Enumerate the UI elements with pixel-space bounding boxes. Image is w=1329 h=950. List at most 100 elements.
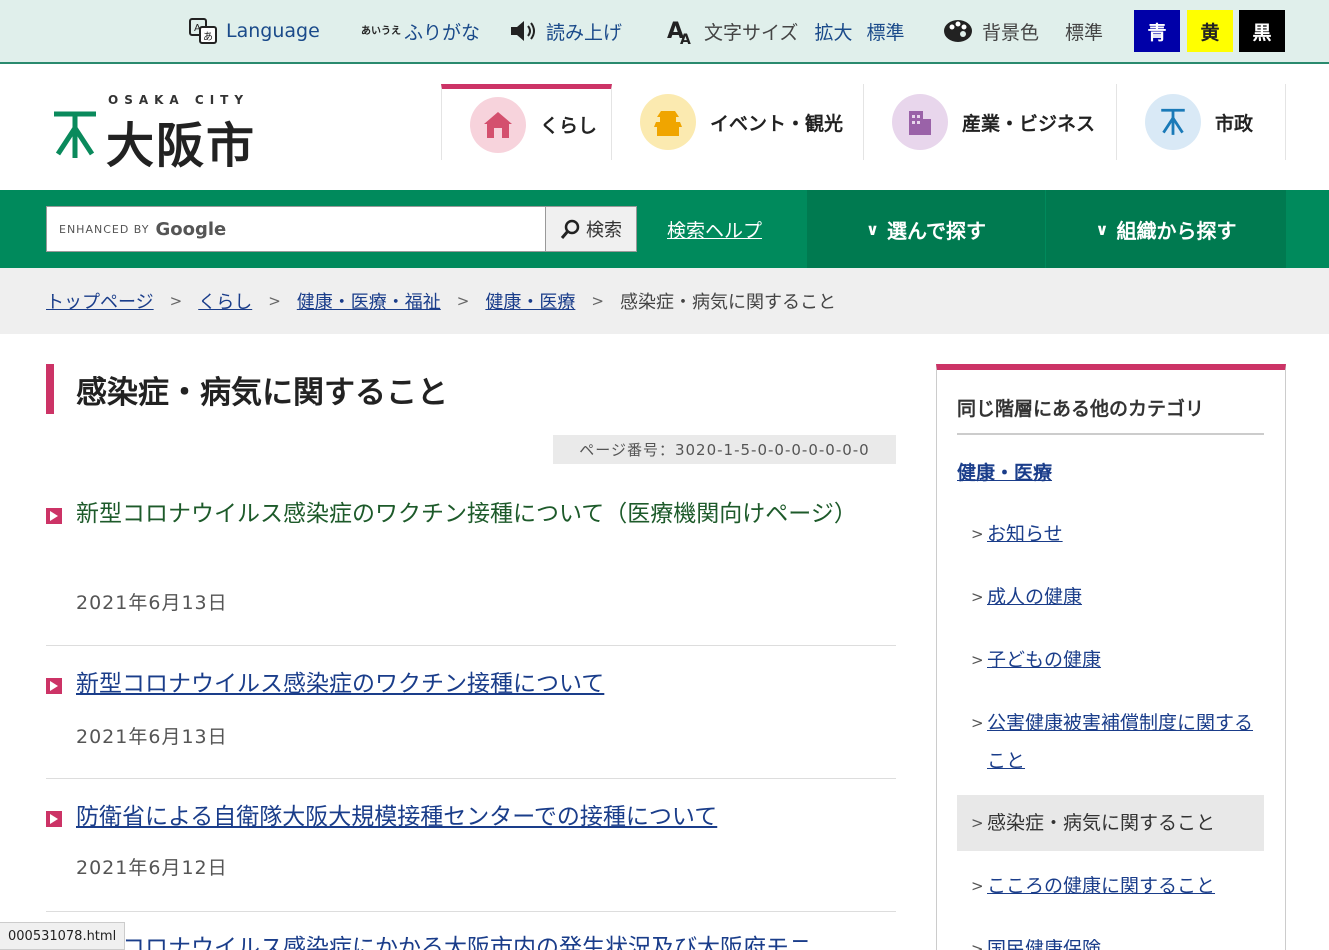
article-date: 2021年6月13日 [76,726,228,748]
chevron-right-icon: > [268,292,281,310]
bg-standard-button[interactable]: 標準 [1065,18,1103,45]
nav-tab-business[interactable]: 産業・ビジネス [864,84,1117,160]
chevron-right-icon: > [971,714,984,732]
furigana-label: ふりがな [404,21,481,44]
browse-by-organization-button[interactable]: ∨ 組織から探す [1045,190,1286,268]
chevron-right-icon: > [169,292,183,310]
sidebar-item-label: お知らせ [987,523,1063,545]
house-icon [470,96,526,153]
building-icon [892,94,948,150]
page-title: 感染症・病気に関すること [46,364,448,414]
city-mark-icon [1145,94,1201,150]
browse-by-topic-button[interactable]: ∨ 選んで探す [807,190,1045,268]
sidebar-item-label: 感染症・病気に関すること [987,812,1216,834]
arrow-marker-icon [46,811,62,827]
chevron-right-icon: > [971,877,984,895]
search-button[interactable]: 検索 [545,206,637,252]
bg-black-button[interactable]: 黒 [1239,10,1285,52]
chevron-right-icon: > [591,292,604,310]
breadcrumb-link[interactable]: 健康・医療・福祉 [297,288,441,314]
browse-by-organization-label: 組織から探す [1116,218,1237,243]
sidebar-item[interactable]: > 公害健康被害補償制度に関すること [957,704,1264,780]
speaker-icon [508,17,538,45]
sidebar-item-label: 成人の健康 [987,586,1083,608]
language-label: Language [226,20,320,42]
svg-text:A: A [680,32,691,46]
chevron-right-icon: > [971,651,984,669]
arrow-marker-icon [46,508,62,524]
sidebar-item[interactable]: > 成人の健康 [957,578,1264,616]
font-enlarge-button[interactable]: 拡大 [814,18,852,45]
list-item: 新型コロナウイルス感染症のワクチン接種について（医療機関向けページ） 2021年… [46,490,896,646]
bg-yellow-button[interactable]: 黄 [1187,10,1233,52]
article-link[interactable]: 新型コロナウイルス感染症にかかる大阪市内の発生状況及び大阪府モニ [76,930,866,950]
sidebar-item[interactable]: > 子どもの健康 [957,641,1264,679]
list-item: 新型コロナウイルス感染症のワクチン接種について 2021年6月13日 [46,646,896,779]
chevron-right-icon: > [971,588,984,606]
breadcrumb: トップページ > くらし > 健康・医療・福祉 > 健康・医療 > 感染症・病気… [0,268,1329,334]
breadcrumb-current: 感染症・病気に関すること [619,292,836,313]
google-logo: Google [155,218,227,240]
nav-label: くらし [540,115,598,137]
utility-bar: Aあ Language あいうえ ふりがな 読み上げ AA 文字サイズ 拡大 標… [0,0,1329,64]
read-aloud-label: 読み上げ [546,21,623,44]
logo-subtitle: OSAKA CITY [108,93,250,107]
castle-icon [640,94,696,150]
chevron-down-icon: ∨ [1095,219,1109,239]
sidebar-item-label: こころの健康に関すること [987,875,1216,897]
article-date: 2021年6月13日 [76,592,228,614]
font-size-group: AA 文字サイズ 拡大 標準 [666,14,904,48]
osaka-city-mark-icon [52,110,98,164]
article-date: 2021年6月12日 [76,857,228,879]
article-link[interactable]: 新型コロナウイルス感染症のワクチン接種について（医療機関向けページ） [76,496,866,533]
font-standard-button[interactable]: 標準 [866,18,904,45]
read-aloud-link[interactable]: 読み上げ [508,14,622,48]
status-bar-url: 000531078.html [0,922,126,950]
svg-text:あ: あ [203,31,213,43]
breadcrumb-link[interactable]: くらし [198,288,252,314]
arrow-marker-icon [46,678,62,694]
search-input[interactable]: ENHANCED BY Google [46,206,546,252]
search-help-link[interactable]: 検索ヘルプ [667,216,762,243]
sidebar-parent-link[interactable]: 健康・医療 [957,458,1052,485]
search-button-label: 検索 [586,220,622,241]
font-size-icon: AA [666,16,696,46]
font-size-label: 文字サイズ [704,21,799,44]
chevron-right-icon: > [971,940,984,950]
list-item: 新型コロナウイルス感染症にかかる大阪市内の発生状況及び大阪府モニ [46,912,896,950]
furigana-link[interactable]: あいうえ ふりがな [361,14,481,48]
magnifier-icon [560,218,582,240]
palette-icon [942,17,974,45]
sidebar-item-label: 公害健康被害補償制度に関すること [987,712,1254,772]
breadcrumb-link[interactable]: 健康・医療 [485,288,575,314]
sidebar-heading: 同じ階層にある他のカテゴリ [957,394,1264,435]
list-item: 防衛省による自衛隊大阪大規模接種センターでの接種について 2021年6月12日 [46,779,896,912]
chevron-right-icon: > [971,814,984,832]
logo-title: 大阪市 [106,118,257,174]
nav-label: イベント・観光 [710,112,844,135]
nav-tab-kurashi[interactable]: くらし [441,84,612,160]
bg-blue-button[interactable]: 青 [1134,10,1180,52]
language-link[interactable]: Aあ Language [188,14,320,48]
sidebar-item-current[interactable]: > 感染症・病気に関すること [957,795,1264,851]
sidebar-item[interactable]: > 国民健康保険 [957,930,1264,950]
chevron-down-icon: ∨ [866,219,879,239]
nav-label: 市政 [1215,112,1254,135]
furigana-icon: あいうえ [361,25,401,37]
nav-tab-city-government[interactable]: 市政 [1117,84,1286,160]
chevron-right-icon: > [971,525,984,543]
sidebar-item[interactable]: > こころの健康に関すること [957,867,1264,905]
nav-tab-events[interactable]: イベント・観光 [612,84,864,160]
sidebar-item-label: 国民健康保険 [987,938,1102,950]
browse-by-topic-label: 選んで探す [887,218,986,243]
site-header: OSAKA CITY 大阪市 くらし イベント・観光 産業・ビジネス 市政 [0,66,1329,190]
article-link[interactable]: 防衛省による自衛隊大阪大規模接種センターでの接種について [76,799,866,836]
background-color-label: 背景色 [982,21,1040,44]
nav-label: 産業・ビジネス [962,112,1096,135]
sidebar-item[interactable]: > お知らせ [957,515,1264,553]
breadcrumb-link[interactable]: トップページ [46,288,154,314]
background-color-group: 背景色 標準 [942,14,1103,48]
translate-icon: Aあ [188,16,218,46]
article-link[interactable]: 新型コロナウイルス感染症のワクチン接種について [76,666,866,703]
search-bar: ENHANCED BY Google 検索 検索ヘルプ ∨ 選んで探す ∨ 組織… [0,190,1329,268]
